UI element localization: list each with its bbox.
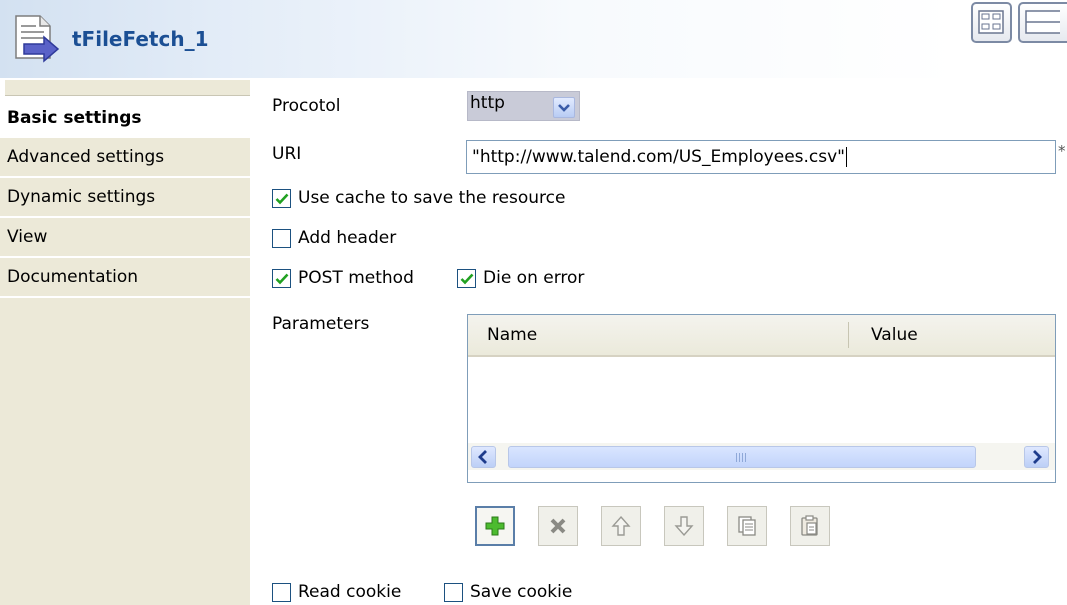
add-row-button[interactable] <box>475 506 515 546</box>
column-header-name[interactable]: Name <box>487 325 537 345</box>
copy-button[interactable] <box>727 506 767 546</box>
move-up-icon <box>611 515 631 536</box>
use-cache-label: Use cache to save the resource <box>298 188 566 208</box>
protocol-value: http <box>470 93 505 113</box>
tab-advanced-settings[interactable]: Advanced settings <box>0 138 250 177</box>
tab-documentation[interactable]: Documentation <box>0 258 250 297</box>
use-cache-checkbox[interactable] <box>272 189 291 208</box>
table-header: Name Value <box>468 315 1055 357</box>
save-cookie-label: Save cookie <box>470 582 573 602</box>
copy-icon <box>738 516 756 536</box>
scroll-left-button[interactable] <box>471 446 496 468</box>
uri-label: URI <box>272 144 302 164</box>
parameters-table[interactable]: Name Value <box>467 314 1056 483</box>
scroll-right-button[interactable] <box>1024 446 1049 468</box>
post-method-label: POST method <box>298 268 414 288</box>
chevron-down-icon <box>558 104 570 112</box>
tab-dynamic-settings[interactable]: Dynamic settings <box>0 178 250 217</box>
scroll-thumb[interactable] <box>508 446 976 468</box>
protocol-dropdown-button[interactable] <box>553 97 575 118</box>
list-layout-icon <box>1025 10 1067 34</box>
delete-row-button[interactable] <box>538 506 578 546</box>
protocol-label: Procotol <box>272 96 341 116</box>
checkmark-icon <box>275 193 289 205</box>
post-method-checkbox[interactable] <box>272 269 291 288</box>
die-on-error-label: Die on error <box>483 268 585 288</box>
move-down-icon <box>674 516 694 537</box>
checkmark-icon <box>460 273 474 285</box>
die-on-error-checkbox[interactable] <box>457 269 476 288</box>
chevron-right-icon <box>1033 450 1042 464</box>
paste-icon <box>801 515 818 536</box>
checkmark-icon <box>275 273 289 285</box>
component-header: tFileFetch_1 <box>0 0 958 78</box>
protocol-select[interactable]: http <box>467 91 580 121</box>
move-down-button[interactable] <box>664 506 704 546</box>
read-cookie-label: Read cookie <box>298 582 402 602</box>
uri-value: "http://www.talend.com/US_Employees.csv" <box>472 147 845 167</box>
read-cookie-checkbox[interactable] <box>272 583 291 602</box>
column-header-value[interactable]: Value <box>871 325 918 345</box>
add-icon <box>485 516 505 536</box>
grid-view-button[interactable] <box>971 2 1012 43</box>
move-up-button[interactable] <box>601 506 641 546</box>
horizontal-scrollbar[interactable] <box>468 443 1055 470</box>
chevron-left-icon <box>478 450 487 464</box>
list-view-button[interactable] <box>1018 2 1067 43</box>
save-cookie-checkbox[interactable] <box>444 583 463 602</box>
uri-input[interactable]: "http://www.talend.com/US_Employees.csv" <box>466 140 1056 174</box>
tab-basic-settings[interactable]: Basic settings <box>0 98 250 138</box>
paste-button[interactable] <box>790 506 830 546</box>
component-title: tFileFetch_1 <box>72 27 209 51</box>
file-fetch-icon <box>15 15 60 63</box>
settings-sidebar: Basic settings Advanced settings Dynamic… <box>0 80 250 605</box>
tab-view[interactable]: View <box>0 218 250 257</box>
required-marker: * <box>1058 142 1066 160</box>
add-header-label: Add header <box>298 228 397 248</box>
parameters-label: Parameters <box>272 314 370 334</box>
delete-icon <box>550 518 566 534</box>
add-header-checkbox[interactable] <box>272 229 291 248</box>
grid-layout-icon <box>978 10 1004 34</box>
